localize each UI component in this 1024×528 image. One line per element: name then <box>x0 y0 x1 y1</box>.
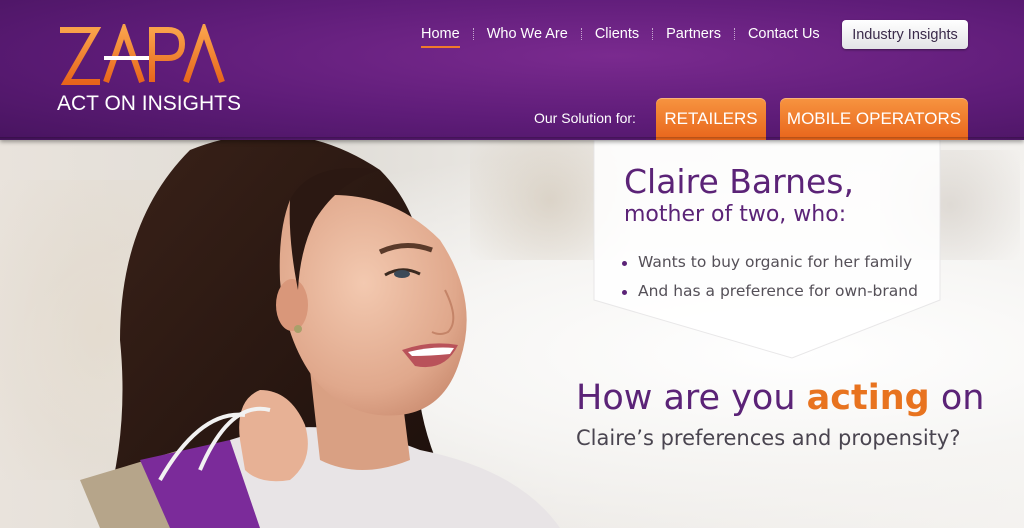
persona-callout: Claire Barnes, mother of two, who: Wants… <box>592 140 942 362</box>
nav-partners[interactable]: Partners <box>653 26 734 42</box>
headline-text: How are you <box>576 378 807 418</box>
nav-clients[interactable]: Clients <box>582 26 652 42</box>
nav-who-we-are[interactable]: Who We Are <box>474 26 581 42</box>
woman-shopper-image <box>80 140 560 528</box>
main-nav: Home Who We Are Clients Partners Contact… <box>408 26 833 48</box>
industry-insights-button[interactable]: Industry Insights <box>842 20 968 49</box>
list-item: Wants to buy organic for her family <box>622 248 918 277</box>
hero-headline: How are you acting on <box>576 378 984 418</box>
nav-contact-us[interactable]: Contact Us <box>735 26 833 42</box>
mobile-operators-button[interactable]: MOBILE OPERATORS <box>780 98 968 140</box>
logo-tagline: ACT ON INSIGHTS <box>57 92 241 115</box>
hero-subheadline: Claire’s preferences and propensity? <box>576 426 961 450</box>
headline-accent: acting <box>806 378 930 418</box>
retailers-button[interactable]: RETAILERS <box>656 98 766 140</box>
zapa-logo-mark <box>60 24 225 85</box>
site-header: ACT ON INSIGHTS Home Who We Are Clients … <box>0 0 1024 140</box>
persona-bullets: Wants to buy organic for her family And … <box>622 248 918 306</box>
hero-banner: Claire Barnes, mother of two, who: Wants… <box>0 140 1024 528</box>
list-item: And has a preference for own-brand <box>622 277 918 306</box>
headline-text: on <box>929 378 985 418</box>
logo[interactable]: ACT ON INSIGHTS <box>56 24 246 118</box>
persona-name: Claire Barnes, <box>624 162 854 201</box>
persona-subtitle: mother of two, who: <box>624 202 847 227</box>
solution-label: Our Solution for: <box>534 110 636 126</box>
nav-home[interactable]: Home <box>408 26 473 48</box>
